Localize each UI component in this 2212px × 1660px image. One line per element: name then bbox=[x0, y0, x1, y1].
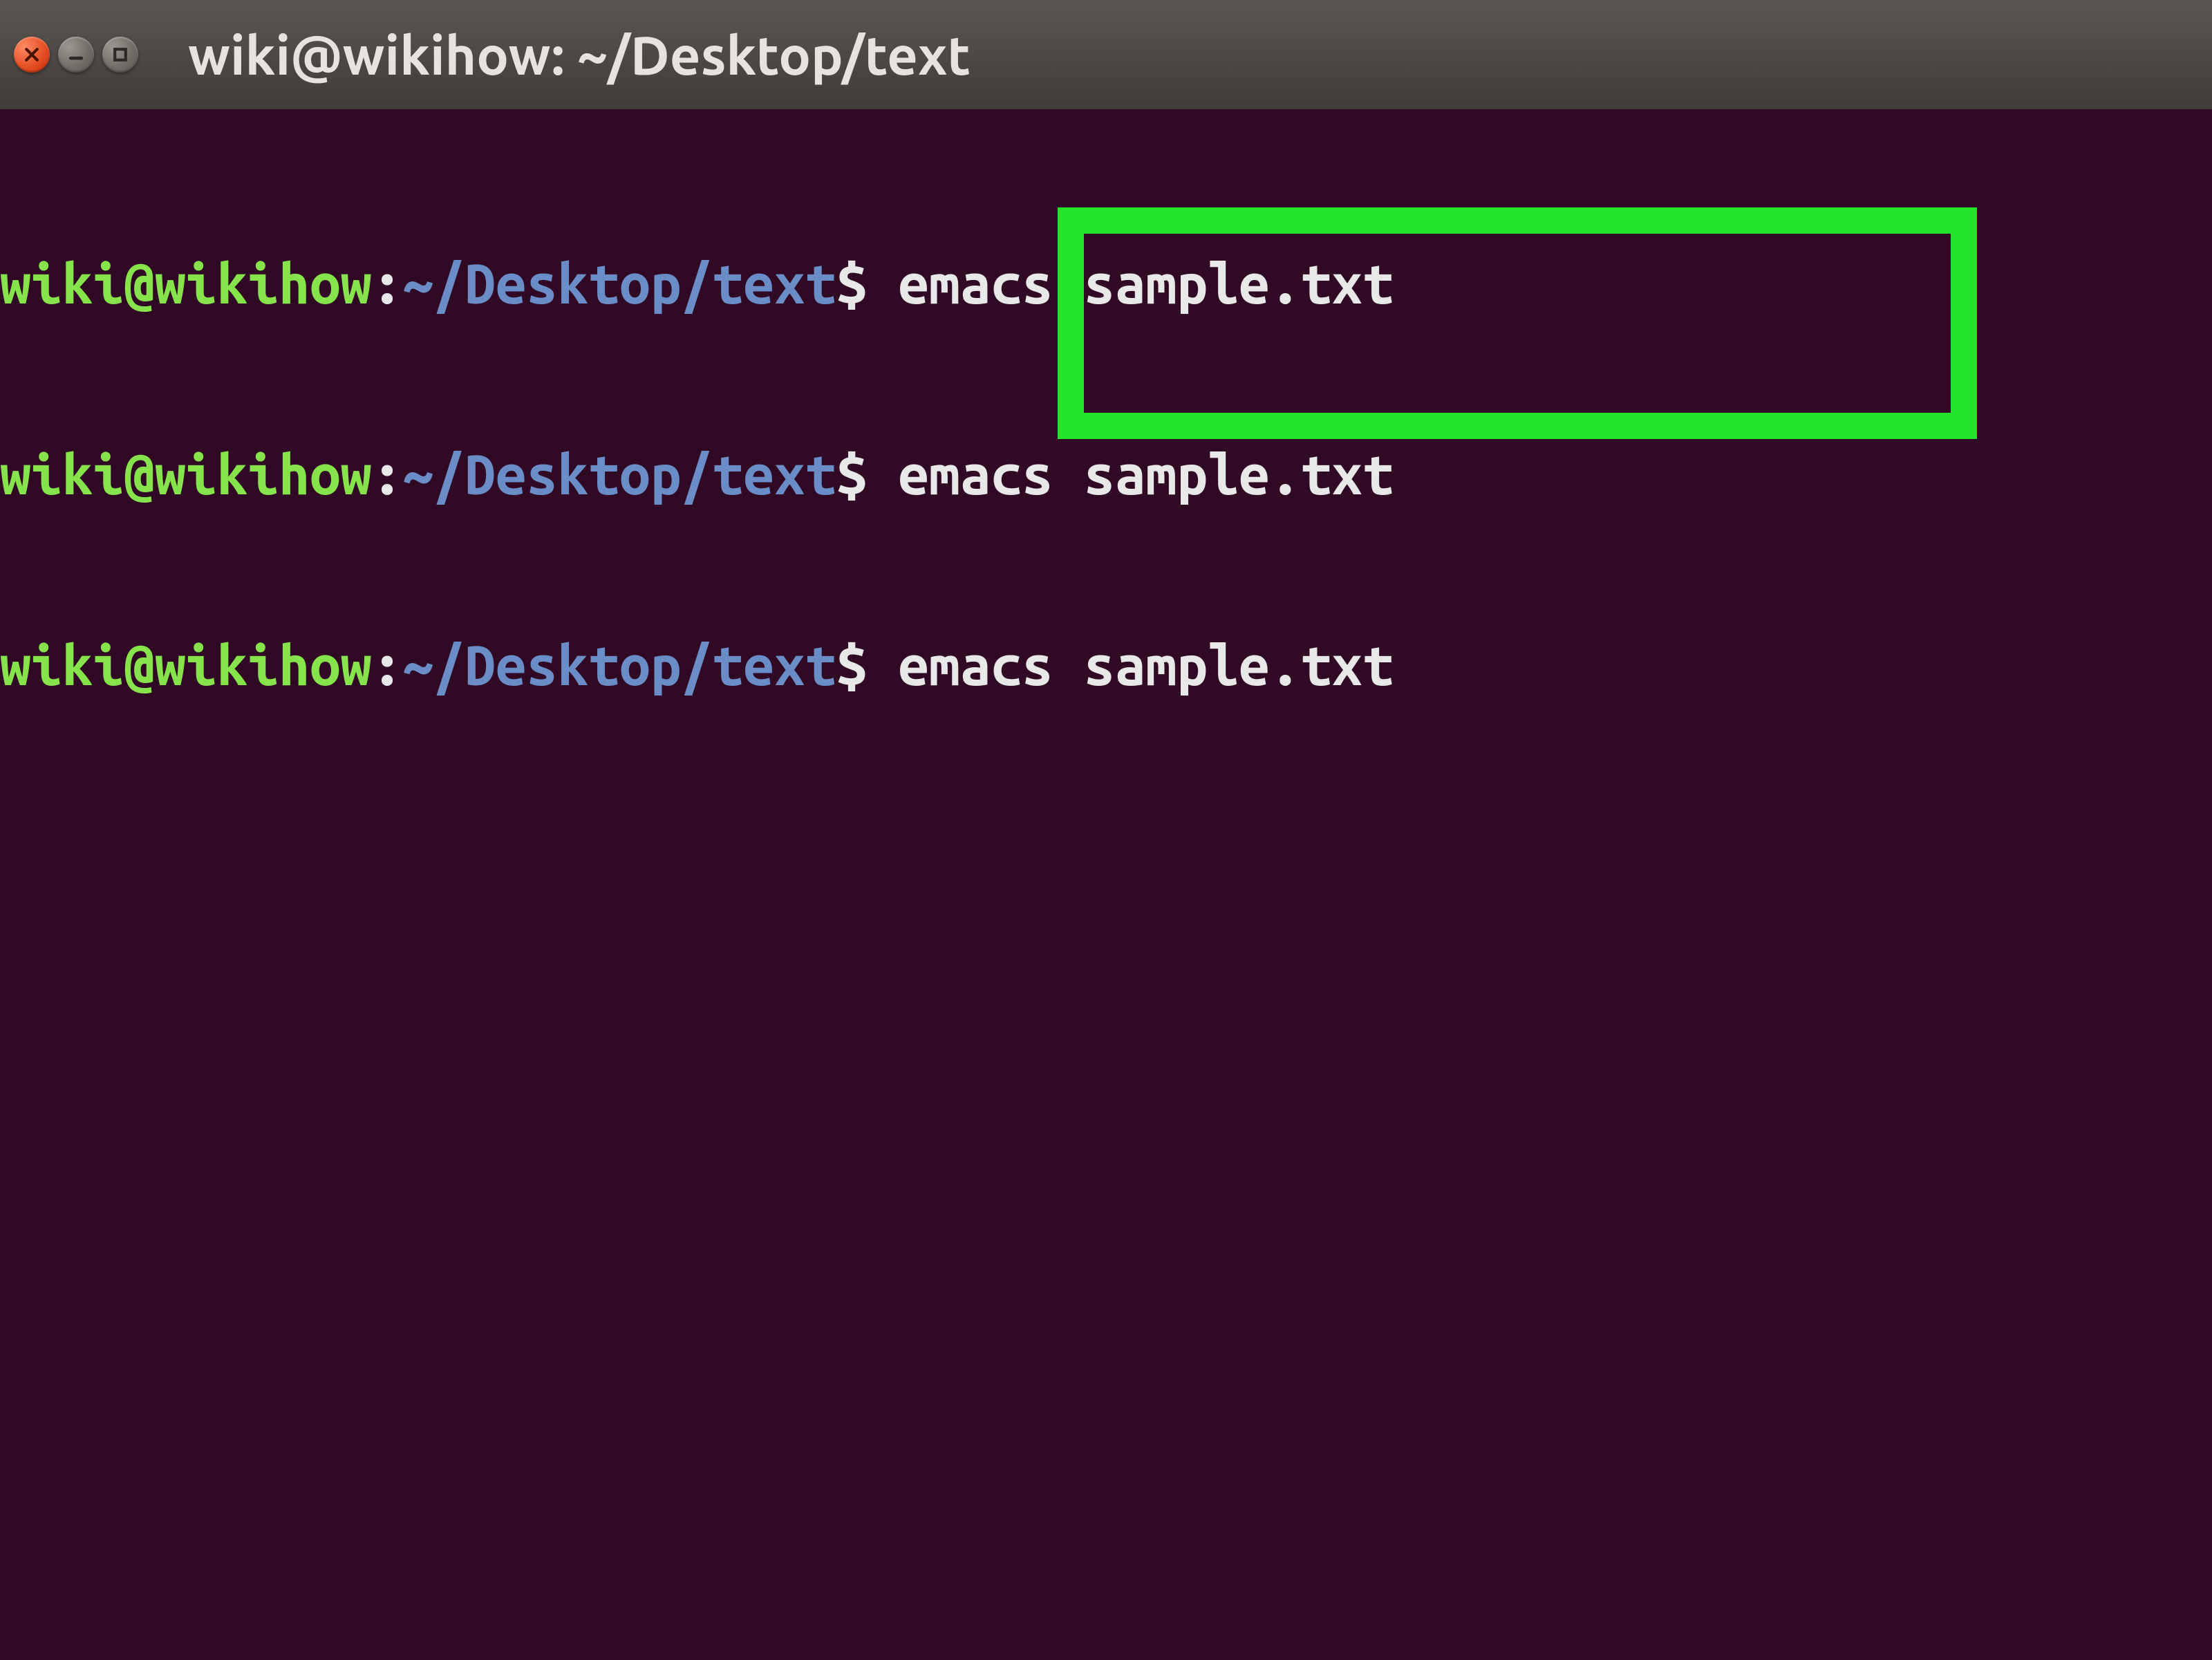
prompt-colon: : bbox=[372, 443, 403, 505]
titlebar[interactable]: wiki@wikihow: ~/Desktop/text bbox=[0, 0, 2212, 109]
command-text: emacs sample.txt bbox=[867, 252, 1394, 315]
prompt-path: ~/Desktop/text bbox=[402, 443, 836, 505]
command-text: emacs sample.txt bbox=[867, 443, 1394, 505]
highlight-box bbox=[1058, 207, 1977, 439]
prompt-user: wiki@wikihow bbox=[0, 443, 372, 505]
terminal-line: wiki@wikihow:~/Desktop/text$ emacs sampl… bbox=[0, 633, 2212, 697]
maximize-icon[interactable] bbox=[102, 37, 138, 73]
terminal-line: wiki@wikihow:~/Desktop/text$ emacs sampl… bbox=[0, 252, 2212, 315]
prompt-user: wiki@wikihow bbox=[0, 634, 372, 696]
command-text: emacs sample.txt bbox=[867, 634, 1394, 696]
terminal-line: wiki@wikihow:~/Desktop/text$ emacs sampl… bbox=[0, 442, 2212, 506]
close-icon[interactable] bbox=[14, 37, 50, 73]
terminal-area[interactable]: wiki@wikihow:~/Desktop/text$ emacs sampl… bbox=[0, 109, 2212, 1660]
prompt-symbol: $ bbox=[836, 443, 868, 505]
prompt-symbol: $ bbox=[836, 252, 868, 315]
prompt-colon: : bbox=[372, 634, 403, 696]
minimize-icon[interactable] bbox=[58, 37, 94, 73]
window-title: wiki@wikihow: ~/Desktop/text bbox=[188, 24, 971, 85]
prompt-user: wiki@wikihow bbox=[0, 252, 372, 315]
prompt-colon: : bbox=[372, 252, 403, 315]
prompt-symbol: $ bbox=[836, 634, 868, 696]
prompt-path: ~/Desktop/text bbox=[402, 634, 836, 696]
terminal-window: wiki@wikihow: ~/Desktop/text wiki@wikiho… bbox=[0, 0, 2212, 1660]
prompt-path: ~/Desktop/text bbox=[402, 252, 836, 315]
